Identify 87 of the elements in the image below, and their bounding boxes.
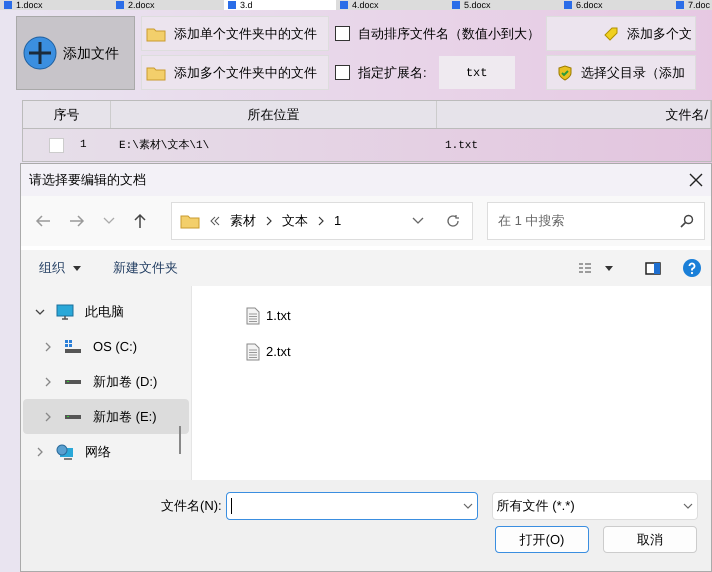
refresh-icon[interactable] xyxy=(446,214,460,228)
chevron-down-icon xyxy=(682,503,693,509)
table-cell: E:\素材\文本\1\ xyxy=(119,140,210,152)
text-file-icon xyxy=(246,307,260,325)
chevron-right-icon[interactable] xyxy=(37,446,43,456)
text-file-icon xyxy=(246,343,260,361)
network-globe-icon xyxy=(56,444,74,460)
caret-icon xyxy=(73,266,81,270)
column-header[interactable]: 序号 xyxy=(23,101,111,128)
tree-item[interactable]: 新加卷 (E:) xyxy=(23,399,189,434)
breadcrumb-item[interactable]: 素材 xyxy=(230,211,256,231)
table-cell: 1.txt xyxy=(445,140,478,152)
file-item[interactable]: 2.txt xyxy=(246,334,711,370)
view-list-icon[interactable] xyxy=(579,263,591,273)
document-tab[interactable]: 4.docx xyxy=(336,0,448,10)
chevron-right-icon[interactable] xyxy=(45,342,51,352)
tag-icon xyxy=(603,26,619,42)
checkbox[interactable] xyxy=(335,65,350,80)
address-bar[interactable]: 素材 文本 1 xyxy=(171,202,473,240)
document-tab[interactable]: 6.docx xyxy=(560,0,672,10)
toolbar-button[interactable]: 选择父目录（添加 xyxy=(546,55,696,90)
document-icon xyxy=(676,1,684,9)
document-tab[interactable]: 3.d xyxy=(224,0,336,10)
add-file-button[interactable]: 添加文件 xyxy=(16,16,135,90)
help-icon[interactable] xyxy=(683,259,701,277)
document-icon xyxy=(452,1,460,9)
row-number: 1 xyxy=(80,138,87,153)
toolbar-button[interactable]: 添加多个文 xyxy=(546,16,696,51)
close-icon[interactable] xyxy=(689,173,703,187)
folder-icon xyxy=(146,26,166,42)
document-icon xyxy=(228,1,236,9)
document-tab[interactable]: 1.docx xyxy=(0,0,112,10)
double-chevron-icon xyxy=(210,216,220,226)
monitor-icon xyxy=(56,304,74,320)
document-icon xyxy=(4,1,12,9)
extension-field[interactable]: txt xyxy=(438,56,515,89)
breadcrumb-item[interactable]: 1 xyxy=(334,211,342,231)
document-tab[interactable]: 7.doc xyxy=(672,0,712,10)
document-tab[interactable]: 2.docx xyxy=(112,0,224,10)
chevron-right-icon xyxy=(318,216,324,226)
tree-item[interactable]: 网络 xyxy=(23,434,189,469)
option-label: 指定扩展名: xyxy=(358,64,427,82)
document-icon xyxy=(340,1,348,9)
option-label: 自动排序文件名（数值小到大） xyxy=(358,24,540,43)
scrollbar-thumb[interactable] xyxy=(179,426,181,454)
chevron-down-icon[interactable] xyxy=(35,308,45,314)
breadcrumb-item[interactable]: 文本 xyxy=(282,211,308,231)
column-header[interactable]: 所在位置 xyxy=(111,101,437,128)
chevron-right-icon[interactable] xyxy=(45,412,51,422)
search-icon xyxy=(680,214,694,228)
drive-icon xyxy=(64,378,82,384)
document-icon xyxy=(116,1,124,9)
search-field[interactable]: 在 1 中搜索 xyxy=(487,202,705,240)
folder-icon xyxy=(146,64,166,80)
tree-item[interactable]: 此电脑 xyxy=(23,294,189,329)
chevron-down-icon[interactable] xyxy=(412,217,424,225)
document-tab[interactable]: 5.docx xyxy=(448,0,560,10)
shield-check-icon xyxy=(557,64,573,80)
command-button[interactable]: 新建文件夹 xyxy=(113,258,178,278)
chevron-right-icon xyxy=(266,216,272,226)
preview-pane-icon[interactable] xyxy=(645,262,661,274)
add-folder-button[interactable]: 添加多个文件夹中的文件 xyxy=(141,55,329,90)
tree-item[interactable]: OS (C:) xyxy=(23,329,189,364)
plus-icon xyxy=(23,36,57,70)
document-icon xyxy=(564,1,572,9)
drive-icon xyxy=(64,414,82,420)
file-type-dropdown[interactable]: 所有文件 (*.*) xyxy=(492,492,698,520)
command-button[interactable]: 组织 xyxy=(39,258,81,278)
folder-icon xyxy=(180,213,200,229)
forward-arrow-icon[interactable] xyxy=(69,214,85,228)
column-header[interactable]: 文件名/ xyxy=(437,101,711,128)
checkbox[interactable] xyxy=(335,26,350,41)
drive-icon xyxy=(64,340,82,354)
chevron-down-icon xyxy=(462,503,473,509)
chevron-right-icon[interactable] xyxy=(45,376,51,386)
field-label: 文件名(N): xyxy=(161,497,222,516)
caret-icon[interactable] xyxy=(605,266,613,270)
up-arrow-icon[interactable] xyxy=(133,213,147,229)
filename-field[interactable] xyxy=(226,492,478,520)
file-item[interactable]: 1.txt xyxy=(246,298,711,334)
dialog-button[interactable]: 打开(O) xyxy=(495,526,589,553)
add-folder-button[interactable]: 添加单个文件夹中的文件 xyxy=(141,16,329,51)
tree-item[interactable]: 新加卷 (D:) xyxy=(23,364,189,399)
dialog-button[interactable]: 取消 xyxy=(603,526,697,553)
row-checkbox[interactable] xyxy=(49,138,64,152)
dialog-title: 请选择要编辑的文档 xyxy=(29,171,146,190)
back-arrow-icon[interactable] xyxy=(35,214,51,228)
